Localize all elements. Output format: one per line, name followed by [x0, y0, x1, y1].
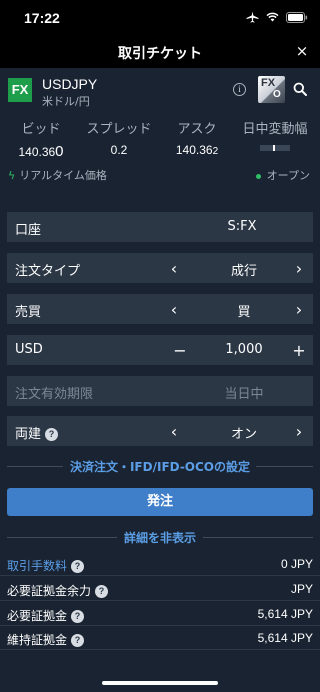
order-type-label: 注文タイプ: [15, 264, 81, 279]
hedge-prev-button[interactable]: ‹: [167, 422, 181, 441]
hedge-value: オン: [230, 427, 257, 442]
order-type-value: 成行: [230, 264, 257, 279]
ask-price: 140.362: [165, 143, 229, 157]
wifi-icon: [266, 12, 279, 22]
page-title: 取引チケット: [118, 46, 202, 62]
close-button[interactable]: ×: [294, 43, 310, 59]
daily-range-label: 日中変動幅: [242, 122, 308, 137]
required-margin-label: 必要証拠金: [7, 609, 68, 623]
hedge-row: 両建? ‹ オン ›: [7, 416, 313, 446]
help-icon[interactable]: ?: [71, 634, 85, 647]
quote-panel: ビッド 140.360 スプレッド 0.2 アスク 140.362 日中変動幅: [0, 118, 320, 164]
instrument-name: 米ドル/円: [42, 95, 90, 108]
status-time: 17:22: [24, 10, 60, 26]
lightning-icon: ϟ: [8, 169, 16, 182]
commission-value: 0 JPY: [280, 557, 313, 571]
ticket-header: 取引チケット ×: [0, 36, 320, 68]
hedge-label: 両建: [15, 427, 42, 442]
fee-row: 必要証拠金? 5,614 JPY: [0, 604, 320, 626]
account-value: S:FX: [227, 219, 257, 234]
ask-price-pip: 2: [212, 146, 219, 157]
bid-price-pip: 0: [55, 143, 64, 160]
ask-quote[interactable]: アスク 140.362: [165, 118, 229, 157]
realtime-indicator: ϟ リアルタイム価格: [8, 167, 107, 183]
daily-range: 日中変動幅: [234, 118, 316, 151]
spread-value: 0.2: [110, 143, 128, 157]
home-indicator[interactable]: [102, 681, 218, 685]
side-next-button[interactable]: ›: [292, 300, 306, 319]
status-dot-icon: [255, 173, 261, 179]
side-row: 売買 ‹ 買 ›: [7, 294, 313, 324]
margin-available-label-wrap: 必要証拠金余力?: [7, 582, 109, 599]
maintenance-margin-value: 5,614 JPY: [257, 631, 313, 645]
hedge-next-button[interactable]: ›: [292, 422, 306, 441]
maintenance-margin-label: 維持証拠金: [7, 633, 68, 647]
fx-badge-icon: FX: [8, 78, 32, 102]
margin-available-label: 必要証拠金余力: [7, 584, 92, 598]
status-icons: [246, 11, 308, 23]
range-marker: [273, 145, 275, 151]
amount-label: USD: [15, 342, 43, 357]
account-row[interactable]: 口座 S:FX: [7, 212, 313, 242]
help-icon[interactable]: ?: [71, 560, 85, 573]
side-prev-button[interactable]: ‹: [167, 300, 181, 319]
market-status: オープン: [255, 167, 310, 183]
amount-row: USD − 1,000 +: [7, 335, 313, 365]
commission-label-wrap[interactable]: 取引手数料?: [7, 557, 85, 574]
amount-increase-button[interactable]: +: [292, 341, 306, 360]
bid-label: ビッド: [21, 122, 61, 137]
fx-options-icon[interactable]: FX O: [258, 76, 285, 103]
amount-input[interactable]: 1,000: [189, 342, 299, 357]
required-margin-label-wrap: 必要証拠金?: [7, 607, 85, 624]
bid-price: 140.360: [9, 143, 73, 160]
expiry-label: 注文有効期限: [15, 387, 94, 402]
amount-decrease-button[interactable]: −: [173, 341, 187, 360]
details-toggle-text: 詳細を非表示: [123, 531, 196, 545]
side-value: 買: [237, 305, 251, 320]
search-icon[interactable]: [293, 82, 307, 96]
realtime-label: リアルタイム価格: [19, 169, 107, 182]
hedge-label-wrap: 両建?: [15, 423, 59, 442]
spread-label: スプレッド: [86, 122, 152, 137]
fee-row: 維持証拠金? 5,614 JPY: [0, 628, 320, 650]
maintenance-margin-label-wrap: 維持証拠金?: [7, 631, 85, 648]
help-icon[interactable]: ?: [45, 428, 59, 441]
order-type-row: 注文タイプ ‹ 成行 ›: [7, 253, 313, 283]
commission-label: 取引手数料: [7, 559, 68, 573]
side-label: 売買: [15, 305, 42, 320]
details-toggle-link[interactable]: 詳細を非表示: [0, 528, 320, 546]
battery-icon: [286, 11, 308, 23]
required-margin-value: 5,614 JPY: [257, 607, 313, 621]
order-type-prev-button[interactable]: ‹: [167, 259, 181, 278]
settlement-orders-link[interactable]: 決済注文・IFD/IFD-OCOの設定: [0, 457, 320, 475]
instrument-header: FX USDJPY 米ドル/円 i FX O: [0, 68, 320, 114]
margin-available-value: JPY: [290, 582, 313, 596]
help-icon[interactable]: ?: [95, 585, 109, 598]
expiry-row: 注文有効期限 当日中: [7, 376, 313, 406]
expiry-value: 当日中: [224, 387, 264, 402]
airplane-icon: [246, 11, 259, 23]
daily-range-bar: [260, 145, 290, 151]
help-icon[interactable]: ?: [71, 610, 85, 623]
order-type-next-button[interactable]: ›: [292, 259, 306, 278]
info-icon[interactable]: i: [233, 83, 246, 96]
account-label: 口座: [15, 223, 42, 238]
fee-row: 取引手数料? 0 JPY: [0, 554, 320, 576]
ask-label: アスク: [177, 122, 217, 137]
instrument-code: USDJPY: [42, 76, 98, 92]
place-order-button[interactable]: 発注: [7, 488, 313, 516]
bid-quote[interactable]: ビッド 140.360: [9, 118, 73, 160]
settlement-link-text: 決済注文・IFD/IFD-OCOの設定: [69, 460, 251, 474]
ask-price-main: 140.36: [175, 143, 213, 157]
fee-row: 必要証拠金余力? JPY: [0, 579, 320, 601]
bid-price-main: 140.36: [18, 145, 56, 159]
status-bar: 17:22: [0, 0, 320, 36]
spread-quote: スプレッド 0.2: [80, 118, 158, 157]
market-status-label: オープン: [266, 169, 310, 182]
